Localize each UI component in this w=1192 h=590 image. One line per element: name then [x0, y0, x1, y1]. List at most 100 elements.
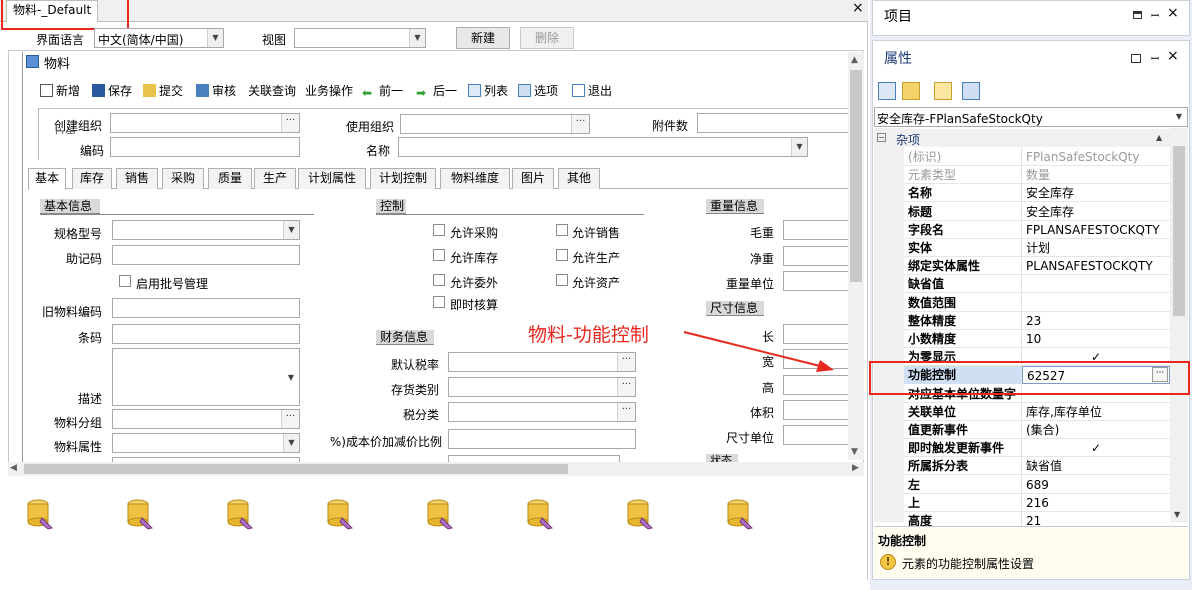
batch-mgmt-checkbox[interactable]: [119, 275, 131, 287]
grid-scroll-up-icon[interactable]: ▲: [1156, 133, 1162, 142]
property-row[interactable]: 上 216: [904, 493, 1170, 512]
close-icon[interactable]: ×: [1167, 5, 1179, 21]
property-row[interactable]: 数值范围: [904, 293, 1170, 312]
ellipsis-icon[interactable]: ···: [617, 378, 635, 396]
toolbar-audit[interactable]: 审核: [196, 82, 236, 100]
volume-input[interactable]: [783, 400, 848, 420]
tab-inventory[interactable]: 库存: [72, 168, 112, 189]
property-value[interactable]: 10: [1022, 330, 1170, 348]
database-icon[interactable]: [126, 498, 154, 530]
property-row[interactable]: 关联单位 库存,库存单位: [904, 402, 1170, 421]
database-icon[interactable]: [26, 498, 54, 530]
old-code-input[interactable]: [112, 298, 300, 318]
property-value[interactable]: 689: [1022, 476, 1170, 494]
float-icon[interactable]: [1131, 54, 1141, 63]
property-value[interactable]: PLANSAFESTOCKQTY: [1022, 257, 1170, 275]
allow-production-checkbox[interactable]: [556, 249, 568, 261]
property-row[interactable]: 即时触发更新事件 ✓: [904, 439, 1170, 458]
desc-textarea[interactable]: ▼: [112, 348, 300, 406]
toolbar-new[interactable]: 新增: [40, 82, 80, 100]
events-icon[interactable]: [962, 82, 980, 100]
use-org-input[interactable]: ···: [400, 114, 590, 134]
property-row[interactable]: 所属拆分表 缺省值: [904, 457, 1170, 476]
property-value[interactable]: 23: [1022, 312, 1170, 330]
cost-markup-input[interactable]: [448, 429, 636, 449]
toolbar-options[interactable]: 选项: [518, 82, 558, 100]
tab-purchase[interactable]: 采购: [162, 168, 204, 189]
delete-button[interactable]: 删除: [520, 27, 574, 49]
tab-plan-attr[interactable]: 计划属性: [298, 168, 366, 189]
ellipsis-icon[interactable]: ···: [281, 114, 299, 132]
scroll-right-icon[interactable]: ▶: [852, 463, 859, 473]
property-row[interactable]: 标题 安全库存: [904, 202, 1170, 221]
inv-category-input[interactable]: ···: [448, 377, 636, 397]
grid-scroll-down-icon[interactable]: ▼: [1174, 510, 1180, 519]
mnemonic-input[interactable]: [112, 245, 300, 265]
tab-production[interactable]: 生产: [254, 168, 296, 189]
create-org-input[interactable]: ···: [110, 113, 300, 133]
grid-scroll-thumb[interactable]: [1173, 146, 1185, 316]
property-row[interactable]: 整体精度 23: [904, 311, 1170, 330]
minimize-icon[interactable]: [1133, 11, 1142, 19]
toolbar-prev[interactable]: ⬅ 前一: [362, 82, 403, 100]
tax-rate-input[interactable]: ···: [448, 352, 636, 372]
database-icon[interactable]: [226, 498, 254, 530]
database-icon[interactable]: [626, 498, 654, 530]
barcode-input[interactable]: [112, 324, 300, 344]
next-finance-partial[interactable]: [448, 455, 620, 462]
scroll-up-icon[interactable]: ▲: [851, 55, 858, 65]
scroll-left-icon[interactable]: ◀: [10, 463, 17, 473]
name-input[interactable]: ▼: [398, 137, 808, 157]
tab-pictures[interactable]: 图片: [512, 168, 554, 189]
gross-weight-input[interactable]: [783, 220, 848, 240]
close-icon[interactable]: ×: [1167, 48, 1179, 64]
toolbar-biz-ops[interactable]: 业务操作: [305, 82, 353, 100]
database-icon[interactable]: [326, 498, 354, 530]
tab-basic[interactable]: 基本: [28, 168, 66, 190]
allow-outsource-checkbox[interactable]: [433, 274, 445, 286]
scroll-down-icon[interactable]: ▼: [851, 447, 858, 457]
property-row[interactable]: 左 689: [904, 475, 1170, 494]
view-select[interactable]: ▼: [294, 28, 426, 48]
property-value[interactable]: FPLANSAFESTOCKQTY: [1022, 221, 1170, 239]
sort-alpha-icon[interactable]: [902, 82, 920, 100]
toolbar-next[interactable]: ➡ 后一: [416, 82, 457, 100]
vertical-scroll-thumb[interactable]: [850, 70, 862, 282]
property-value[interactable]: 安全库存: [1022, 184, 1170, 202]
toolbar-link-query[interactable]: 关联查询: [248, 82, 296, 100]
property-value[interactable]: [1022, 294, 1170, 312]
attachments-input[interactable]: [697, 113, 848, 133]
attr-select[interactable]: ▼: [112, 433, 300, 453]
horizontal-scroll-thumb[interactable]: [24, 464, 568, 474]
object-selector[interactable]: 安全库存-FPlanSafeStockQty ▼: [874, 107, 1188, 127]
property-value[interactable]: 数量: [1022, 166, 1170, 184]
property-value[interactable]: 216: [1022, 494, 1170, 512]
ellipsis-icon[interactable]: ···: [617, 353, 635, 371]
pin-icon[interactable]: ꟷ: [1151, 51, 1159, 65]
property-row[interactable]: 名称 安全库存: [904, 184, 1170, 203]
allow-inventory-checkbox[interactable]: [433, 249, 445, 261]
toolbar-submit[interactable]: 提交: [143, 82, 183, 100]
categorized-icon[interactable]: [878, 82, 896, 100]
property-row[interactable]: (标识) FPlanSafeStockQty: [904, 148, 1170, 166]
net-weight-input[interactable]: [783, 246, 848, 266]
new-button[interactable]: 新建: [456, 27, 510, 49]
collapse-icon[interactable]: −: [877, 133, 886, 142]
ellipsis-icon[interactable]: ···: [617, 403, 635, 421]
property-value[interactable]: 缺省值: [1022, 457, 1170, 475]
property-value[interactable]: 安全库存: [1022, 203, 1170, 221]
database-icon[interactable]: [726, 498, 754, 530]
allow-purchase-checkbox[interactable]: [433, 224, 445, 236]
tab-quality[interactable]: 质量: [208, 168, 252, 189]
doc-close-icon[interactable]: ×: [852, 0, 864, 16]
database-icon[interactable]: [426, 498, 454, 530]
property-pages-icon[interactable]: [934, 82, 952, 100]
tax-class-input[interactable]: ···: [448, 402, 636, 422]
tab-plan-control[interactable]: 计划控制: [370, 168, 436, 189]
tab-sales[interactable]: 销售: [116, 168, 158, 189]
toolbar-list[interactable]: 列表: [468, 82, 508, 100]
property-row[interactable]: 元素类型 数量: [904, 166, 1170, 185]
lang-select[interactable]: 中文(简体/中国) ▼: [94, 28, 224, 48]
property-value[interactable]: 库存,库存单位: [1022, 403, 1170, 421]
toolbar-exit[interactable]: 退出: [572, 82, 612, 100]
